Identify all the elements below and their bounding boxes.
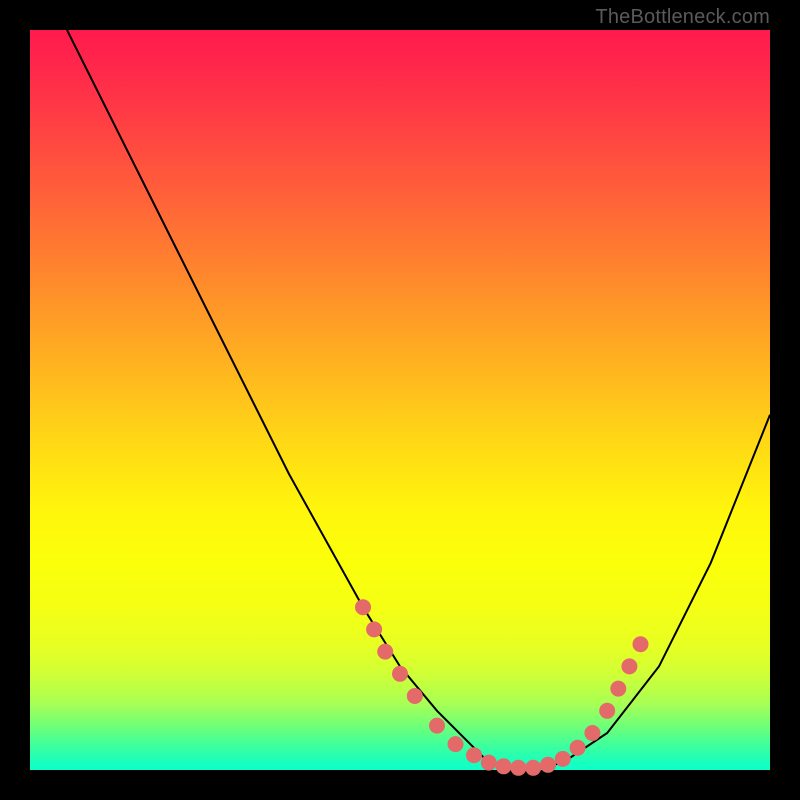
highlight-dot: [555, 751, 571, 767]
watermark-text: TheBottleneck.com: [595, 6, 770, 29]
highlight-dot: [584, 725, 600, 741]
highlight-dot: [633, 636, 649, 652]
highlight-dot: [481, 755, 497, 771]
outer-frame: TheBottleneck.com: [0, 0, 800, 800]
highlight-dot: [466, 747, 482, 763]
plot-area: [30, 30, 770, 770]
highlight-dot: [496, 758, 512, 774]
highlight-dot: [510, 760, 526, 776]
highlight-dot: [540, 757, 556, 773]
highlight-dot: [448, 736, 464, 752]
highlight-dot: [570, 740, 586, 756]
highlight-dot: [599, 703, 615, 719]
highlight-dot: [621, 658, 637, 674]
highlight-dot: [355, 599, 371, 615]
highlight-dot: [407, 688, 423, 704]
highlight-dot: [525, 760, 541, 776]
highlight-dot: [377, 644, 393, 660]
highlight-dot: [429, 718, 445, 734]
bottleneck-curve: [67, 30, 770, 770]
highlight-dot: [392, 666, 408, 682]
highlight-dot: [366, 621, 382, 637]
chart-svg: [30, 30, 770, 770]
highlight-dots: [355, 599, 649, 776]
highlight-dot: [610, 681, 626, 697]
